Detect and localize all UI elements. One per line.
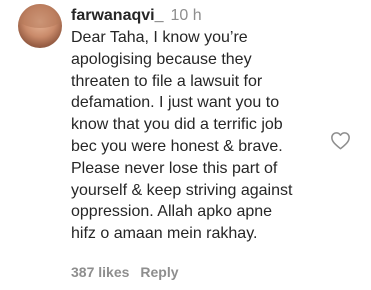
heart-outline-icon[interactable]: [330, 131, 351, 150]
comment-header: farwanaqvi_ 10 h: [71, 6, 202, 26]
avatar-image: [18, 4, 62, 28]
comment-text: Dear Taha, I know you’re apologising bec…: [71, 27, 321, 245]
timestamp[interactable]: 10 h: [170, 7, 201, 24]
likes-count[interactable]: 387 likes: [71, 264, 129, 280]
comment-line: threaten to file a lawsuit for: [71, 72, 263, 90]
comment-line: oppression. Allah apko apne: [71, 203, 273, 221]
comment-line: bec you were honest & brave.: [71, 137, 283, 155]
comment: farwanaqvi_ 10 h Dear Taha, I know you’re…: [0, 0, 371, 290]
comment-line: hifz o amaan mein rakhay.: [71, 225, 258, 243]
comment-line: defamation. I just want you to: [71, 94, 280, 112]
comment-line: know that you did a terrific job: [71, 116, 283, 134]
username[interactable]: farwanaqvi_: [71, 7, 163, 24]
avatar[interactable]: [18, 4, 62, 48]
comment-line: Dear Taha, I know you’re: [71, 29, 248, 46]
comment-footer: 387 likes Reply: [71, 263, 179, 281]
comment-line: apologising because they: [71, 50, 252, 68]
reply-button[interactable]: Reply: [140, 264, 178, 280]
comment-line: Please never lose this part of: [71, 159, 278, 177]
comment-line: yourself & keep striving against: [71, 181, 293, 199]
